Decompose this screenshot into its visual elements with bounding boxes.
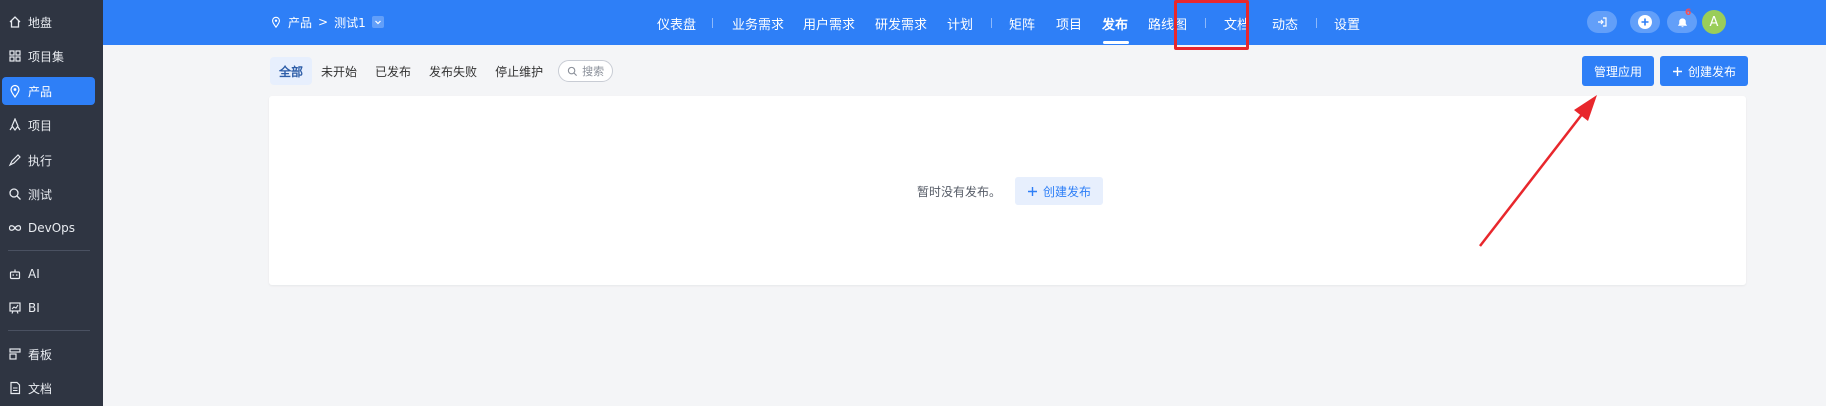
nav-separator [1316,18,1317,28]
nav-settings[interactable]: 设置 [1334,14,1360,33]
sidebar-item-execution[interactable]: 执行 [2,146,95,174]
search-label: 搜索 [582,65,605,78]
product-nav: 仪表盘 业务需求 用户需求 研发需求 计划 矩阵 项目 发布 路线图 文档 动态… [103,0,1826,50]
nav-project[interactable]: 项目 [1056,14,1082,33]
sidebar-divider [8,250,90,251]
active-tab-indicator [1103,41,1129,44]
search-icon [567,66,578,76]
top-right-tools: 6 A [1587,8,1807,35]
nav-release[interactable]: 发布 [1102,14,1128,33]
highlight-box [1174,0,1249,50]
manage-app-label: 管理应用 [1593,64,1642,79]
create-release-button[interactable]: 创建发布 [1660,56,1748,86]
document-icon [10,381,21,395]
sidebar-item-label: 项目集 [28,49,65,64]
notification-button[interactable]: 6 [1667,8,1697,33]
plus-icon [1028,186,1037,196]
sidebar-item-project[interactable]: 项目 [2,111,95,139]
exit-icon [1598,17,1607,27]
sidebar-item-label: AI [28,267,40,281]
create-release-inline-label: 创建发布 [1043,184,1092,199]
sidebar-item-product[interactable]: 产品 [2,77,95,105]
sidebar-item-devops[interactable]: DevOps [2,214,95,242]
nav-separator [712,18,713,28]
plus-icon [1672,66,1682,76]
search-button[interactable]: 搜索 [558,60,614,82]
filter-released[interactable]: 已发布 [366,57,420,85]
status-filter-bar: 全部 未开始 已发布 发布失败 停止维护 搜索 [270,57,614,85]
top-navbar: 产品 > 测试1 仪表盘 业务需求 用户需求 研发需求 计划 矩阵 项目 发布 … [103,0,1826,50]
nav-user-req[interactable]: 用户需求 [803,14,855,33]
nav-matrix[interactable]: 矩阵 [1009,14,1035,33]
nav-dynamic[interactable]: 动态 [1272,14,1298,33]
infinity-icon [8,225,22,231]
sidebar-item-program[interactable]: 项目集 [2,42,95,70]
sidebar-item-test[interactable]: 测试 [2,180,95,208]
create-release-label: 创建发布 [1687,64,1736,79]
sidebar-item-label: DevOps [28,221,76,235]
filter-terminated[interactable]: 停止维护 [486,57,552,85]
sidebar-item-ai[interactable]: AI [2,260,95,288]
empty-state-text: 暂时没有发布。 [917,184,1002,199]
sidebar-item-label: 测试 [28,187,53,202]
home-icon [9,16,21,28]
exit-button[interactable] [1587,11,1617,33]
sidebar-item-label: 执行 [28,153,53,168]
search-icon [9,188,21,200]
sidebar: 地盘 项目集 产品 项目 执行 测试 DevOps AI BI 看板 文档 [0,0,103,406]
plus-circle-icon [1638,15,1652,29]
sidebar-item-kanban[interactable]: 看板 [2,340,95,368]
create-release-inline-button[interactable]: 创建发布 [1015,177,1104,205]
sidebar-divider [8,330,90,331]
nav-plan[interactable]: 计划 [947,14,973,33]
sidebar-item-bi[interactable]: BI [2,294,95,322]
chart-board-icon [9,302,21,314]
empty-state: 暂时没有发布。 创建发布 [917,177,1104,205]
sidebar-item-dashboard[interactable]: 地盘 [2,8,95,36]
release-list-panel: 暂时没有发布。 创建发布 [269,96,1746,285]
robot-icon [9,269,21,280]
avatar[interactable]: A [1702,10,1726,34]
manage-app-button[interactable]: 管理应用 [1582,56,1654,86]
sidebar-item-label: BI [28,301,40,315]
filter-all[interactable]: 全部 [270,57,313,85]
pen-icon [8,154,21,167]
nav-separator [991,18,992,28]
nav-business-req[interactable]: 业务需求 [732,14,784,33]
sidebar-item-doc[interactable]: 文档 [2,374,95,402]
nav-dev-req[interactable]: 研发需求 [875,14,927,33]
grid-icon [9,50,21,62]
location-pin-icon [10,84,20,98]
sidebar-item-label: 看板 [28,347,53,362]
nav-dashboard[interactable]: 仪表盘 [657,14,696,33]
filter-not-started[interactable]: 未开始 [312,57,366,85]
kanban-icon [9,348,21,360]
notification-count: 6 [1685,8,1692,18]
sidebar-item-label: 地盘 [28,15,53,30]
sidebar-item-label: 项目 [28,118,53,133]
add-button[interactable] [1630,11,1660,33]
sidebar-item-label: 产品 [28,84,53,99]
rocket-icon [9,118,21,131]
filter-failed[interactable]: 发布失败 [420,57,486,85]
sidebar-item-label: 文档 [28,381,53,396]
